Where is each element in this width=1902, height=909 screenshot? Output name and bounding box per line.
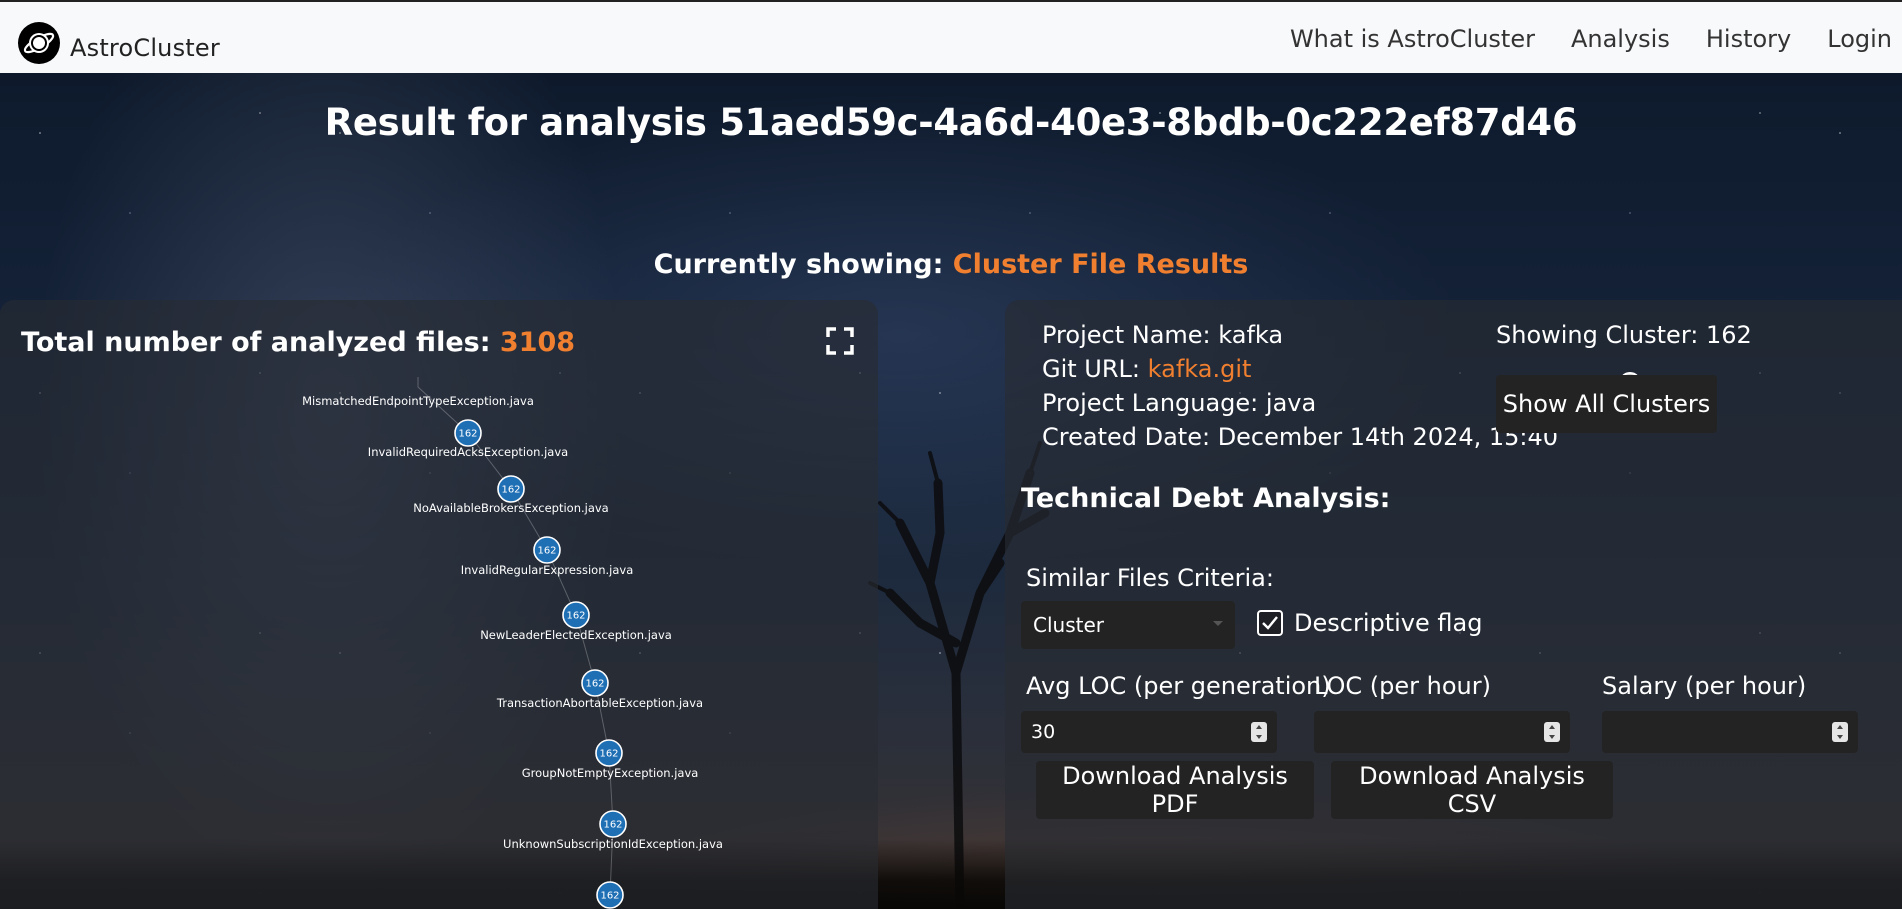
criteria-selected-value: Cluster [1033, 613, 1104, 637]
chevron-down-icon [1213, 621, 1223, 626]
nav-link-analysis[interactable]: Analysis [1571, 25, 1670, 53]
currently-showing-value: Cluster File Results [952, 249, 1249, 280]
salary-input[interactable] [1602, 711, 1858, 753]
show-all-clusters-button[interactable]: Show All Clusters [1496, 375, 1717, 433]
tree-node-badge: 162 [458, 429, 477, 440]
tree-node-label: GroupNotEmptyException.java [522, 766, 699, 780]
tree-node-badge: 162 [566, 611, 585, 622]
project-name-value: kafka [1218, 321, 1284, 349]
technical-debt-heading: Technical Debt Analysis: [1021, 483, 1391, 514]
project-name-row: Project Name: kafka [1042, 318, 1558, 352]
total-files-label: Total number of analyzed files: [21, 327, 500, 358]
download-csv-button[interactable]: Download Analysis CSV [1331, 761, 1613, 819]
project-name-label: Project Name: [1042, 321, 1219, 349]
tree-node-badge: 162 [585, 679, 604, 690]
tree-node-badge: 162 [599, 749, 618, 760]
project-language-value: java [1265, 389, 1317, 417]
navbar: AstroCluster What is AstroCluster Analys… [0, 0, 1902, 73]
tree-node[interactable]: 162 UnknownSubscriptionIdException.java [503, 810, 723, 851]
tree-node-badge: 162 [501, 485, 520, 496]
total-files-value: 3108 [499, 327, 576, 358]
loc-per-hour-label: LOC (per hour) [1314, 672, 1491, 700]
tree-node[interactable]: MismatchedEndpointTypeException.java [302, 394, 534, 408]
tree-node[interactable]: 162 TransactionAbortableException.java [496, 669, 703, 710]
tree-node-label: InvalidRegularExpression.java [461, 563, 634, 577]
fullscreen-icon[interactable] [826, 327, 854, 355]
tree-node[interactable]: 162 NewLeaderElectedException.java [480, 601, 672, 642]
tree-node-badge: 162 [537, 546, 556, 557]
loc-per-hour-stepper[interactable] [1544, 722, 1560, 742]
nav-link-history[interactable]: History [1706, 25, 1791, 53]
file-tree-panel: MismatchedEndpointTypeException.java 162 I… [0, 300, 878, 909]
git-url-row: Git URL: kafka.git [1042, 352, 1558, 386]
tree-node-label: MismatchedEndpointTypeException.java [302, 394, 534, 408]
tree-node-badge: 162 [600, 891, 619, 902]
created-date-label: Created Date: [1042, 423, 1218, 451]
nav-link-what-is[interactable]: What is AstroCluster [1290, 25, 1535, 53]
checkmark-icon [1262, 616, 1278, 630]
brand-name: AstroCluster [70, 34, 220, 62]
avg-loc-value: 30 [1031, 721, 1056, 743]
created-date-row: Created Date: December 14th 2024, 15:40 [1042, 420, 1558, 454]
nav-links: What is AstroCluster Analysis History Lo… [1254, 2, 1902, 75]
tree-node[interactable]: 162 InvalidRequiredAcksException.java [368, 419, 568, 459]
tree-node-label: InvalidRequiredAcksException.java [368, 445, 568, 459]
descriptive-flag-checkbox[interactable] [1257, 610, 1283, 636]
avg-loc-label: Avg LOC (per generation) [1026, 672, 1331, 700]
project-info: Project Name: kafka Git URL: kafka.git P… [1042, 318, 1558, 454]
project-language-label: Project Language: [1042, 389, 1266, 417]
cluster-file-tree[interactable]: MismatchedEndpointTypeException.java 162 I… [0, 300, 878, 909]
descriptive-flag-label: Descriptive flag [1294, 609, 1483, 637]
loc-per-hour-input[interactable] [1314, 711, 1570, 753]
tree-node-label: UnknownSubscriptionIdException.java [503, 837, 723, 851]
git-url-label: Git URL: [1042, 355, 1148, 383]
project-language-row: Project Language: java [1042, 386, 1558, 420]
similar-files-criteria-label: Similar Files Criteria: [1026, 564, 1274, 592]
analysis-panel: Project Name: kafka Git URL: kafka.git P… [1005, 300, 1902, 909]
tree-node[interactable]: 162 [596, 881, 624, 909]
tree-node[interactable]: 162 GroupNotEmptyException.java [522, 739, 699, 780]
salary-label: Salary (per hour) [1602, 672, 1807, 700]
avg-loc-stepper[interactable] [1251, 722, 1267, 742]
tree-node[interactable]: 162 NoAvailableBrokersException.java [413, 475, 609, 515]
showing-cluster-label: Showing Cluster: 162 [1496, 321, 1752, 349]
currently-showing: Currently showing: Cluster File Results [0, 249, 1902, 280]
tree-node-badge: 162 [603, 820, 622, 831]
salary-stepper[interactable] [1832, 722, 1848, 742]
total-files: Total number of analyzed files: 3108 [21, 327, 575, 358]
page-title: Result for analysis 51aed59c-4a6d-40e3-8… [324, 101, 1578, 144]
similar-files-criteria-select[interactable]: Cluster [1021, 601, 1235, 649]
tree-node-label: NoAvailableBrokersException.java [413, 501, 608, 515]
avg-loc-input[interactable]: 30 [1021, 711, 1277, 753]
brand[interactable]: AstroCluster [18, 14, 220, 64]
tree-node[interactable]: 162 InvalidRegularExpression.java [461, 536, 634, 577]
nav-link-login[interactable]: Login [1827, 25, 1892, 53]
tree-node-label: TransactionAbortableException.java [496, 696, 703, 710]
cluster-selector: Showing Cluster: 162 [1496, 318, 1756, 394]
astrocluster-logo-icon [18, 22, 60, 64]
git-url-link[interactable]: kafka.git [1148, 355, 1252, 383]
currently-showing-label: Currently showing: [653, 249, 953, 280]
download-pdf-button[interactable]: Download Analysis PDF [1036, 761, 1314, 819]
tree-node-label: NewLeaderElectedException.java [480, 628, 672, 642]
